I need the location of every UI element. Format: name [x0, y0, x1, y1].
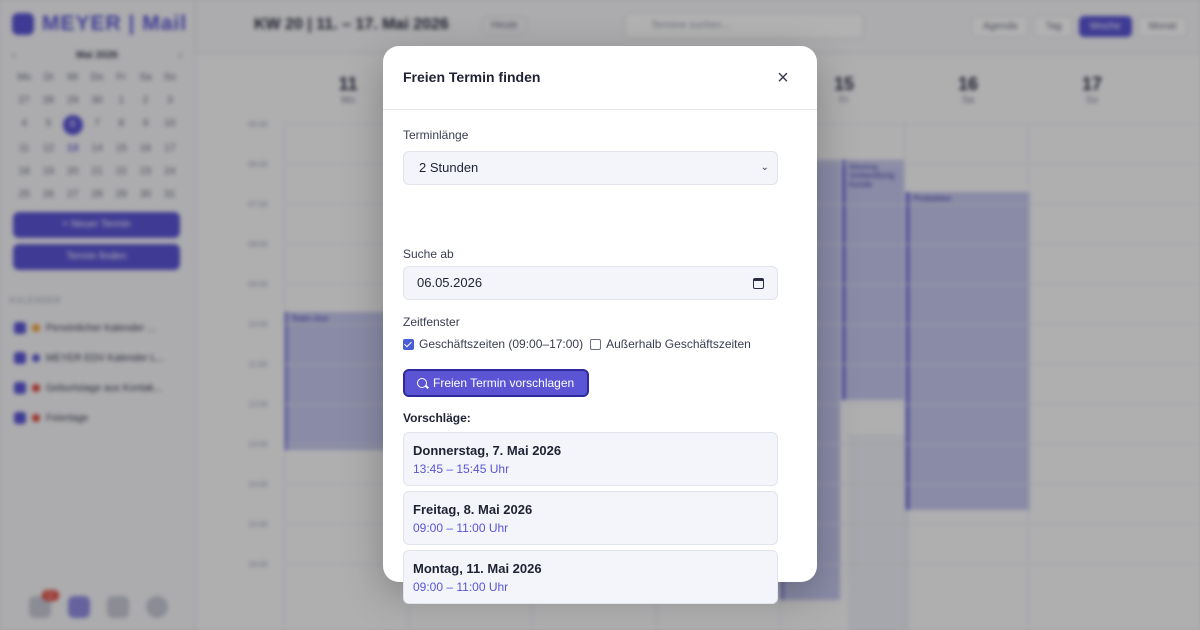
outside-hours-checkbox[interactable]: [590, 338, 602, 350]
suggestion-date: Donnerstag, 7. Mai 2026: [413, 443, 562, 458]
time-window-options: Geschäftszeiten (09:00–17:00) Außerhalb …: [403, 337, 751, 351]
calendar-picker-icon[interactable]: [753, 278, 764, 289]
suggestion-time: 09:00 – 11:00 Uhr: [413, 521, 509, 535]
business-hours-label[interactable]: Geschäftszeiten (09:00–17:00): [419, 337, 583, 351]
suggest-slot-label: Freien Termin vorschlagen: [433, 376, 575, 390]
duration-value: 2 Stunden: [419, 160, 479, 175]
search-from-value: 06.05.2026: [417, 275, 483, 290]
duration-label: Terminlänge: [403, 128, 469, 142]
chevron-down-icon: ⌄: [760, 162, 769, 173]
business-hours-checkbox[interactable]: [403, 338, 414, 350]
suggestion-time: 13:45 – 15:45 Uhr: [413, 462, 510, 476]
time-window-label: Zeitfenster: [403, 315, 460, 329]
search-from-label: Suche ab: [403, 247, 454, 261]
suggestion-time: 09:00 – 11:00 Uhr: [413, 580, 509, 594]
search-icon: [417, 378, 427, 388]
suggestion-date: Freitag, 8. Mai 2026: [413, 502, 533, 517]
suggestion-item[interactable]: Freitag, 8. Mai 2026 09:00 – 11:00 Uhr: [403, 491, 778, 545]
suggest-slot-button[interactable]: Freien Termin vorschlagen: [403, 369, 590, 397]
suggestion-item[interactable]: Montag, 11. Mai 2026 09:00 – 11:00 Uhr: [403, 550, 778, 604]
find-free-slot-dialog: Freien Termin finden × Terminlänge 2 Stu…: [383, 46, 817, 604]
suggestion-date: Montag, 11. Mai 2026: [413, 561, 542, 576]
close-icon[interactable]: ×: [771, 66, 795, 90]
suggestions-title: Vorschläge:: [403, 411, 471, 425]
suggestion-item[interactable]: Donnerstag, 7. Mai 2026 13:45 – 15:45 Uh…: [403, 432, 778, 486]
dialog-header: Freien Termin finden ×: [383, 46, 817, 110]
search-from-date-input[interactable]: 06.05.2026: [403, 266, 778, 300]
dialog-title: Freien Termin finden: [403, 69, 541, 85]
outside-hours-label[interactable]: Außerhalb Geschäftszeiten: [606, 337, 751, 351]
duration-select[interactable]: 2 Stunden ⌄: [403, 151, 778, 185]
